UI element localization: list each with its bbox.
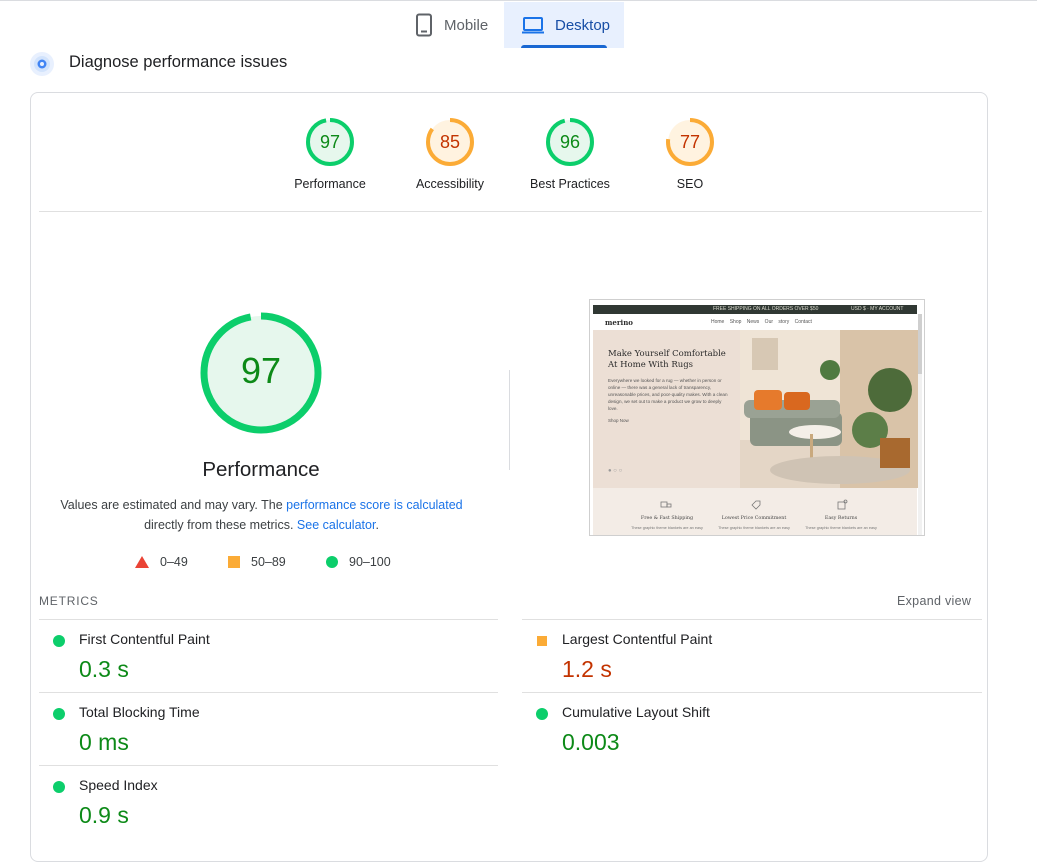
metric-largest-contentful-paint: Largest Contentful Paint 1.2 s <box>522 620 962 690</box>
metric-total-blocking-time: Total Blocking Time 0 ms <box>39 693 479 763</box>
gauge-accessibility[interactable]: 85 Accessibility <box>395 116 505 191</box>
metric-name: First Contentful Paint <box>79 631 210 647</box>
performance-gauge-large: 97 <box>200 312 322 434</box>
preview-feature-price: Lowest Price Commitment <box>721 516 787 521</box>
tab-mobile-label: Mobile <box>444 16 489 34</box>
vertical-divider <box>509 370 510 470</box>
gauge-seo-score: 77 <box>680 132 700 152</box>
legend-average-range: 50–89 <box>251 555 286 569</box>
legend-pass-range: 90–100 <box>349 555 391 569</box>
legend-average: 50–89 <box>228 555 286 569</box>
truck-icon <box>660 501 672 508</box>
tab-desktop[interactable]: Desktop <box>504 2 624 48</box>
metric-cumulative-layout-shift: Cumulative Layout Shift 0.003 <box>522 693 962 763</box>
section-title: Diagnose performance issues <box>69 53 288 71</box>
preview-hero-title: Make Yourself Comfortable At Home With R… <box>608 349 726 370</box>
preview-carousel-dots: ● ○ ○ <box>608 468 623 474</box>
preview-nav: merino Home Shop News Our story Contact <box>593 314 917 330</box>
gauge-best-practices-ring: 96 <box>546 118 594 166</box>
gauge-seo[interactable]: 77 SEO <box>635 116 745 191</box>
see-calculator-link[interactable]: See calculator <box>297 518 376 532</box>
diagnose-icon <box>30 52 54 76</box>
performance-title: Performance <box>202 458 320 481</box>
preview-feature-sub-2: These graphic theme blankets are an easy <box>718 526 790 530</box>
pass-circle-icon <box>536 708 548 720</box>
tab-mobile[interactable]: Mobile <box>404 2 502 48</box>
pass-circle-icon <box>53 708 65 720</box>
return-icon <box>837 499 848 510</box>
average-square-icon <box>537 636 547 646</box>
gauge-accessibility-ring: 85 <box>426 118 474 166</box>
preview-scrollbar <box>918 314 922 535</box>
gauge-best-practices-score: 96 <box>560 132 580 152</box>
metrics-title: METRICS <box>39 594 99 608</box>
description-text-3: . <box>375 518 379 532</box>
preview-feature-sub-1: These graphic theme blankets are an easy <box>631 526 703 530</box>
metric-name: Speed Index <box>79 777 158 793</box>
preview-menu: Home Shop News Our story Contact <box>711 319 812 325</box>
active-tab-indicator <box>521 45 607 48</box>
metric-name: Total Blocking Time <box>79 704 200 720</box>
metric-value: 1.2 s <box>562 656 612 682</box>
metric-value: 0.003 <box>562 729 620 755</box>
preview-announcement-bar: FREE SHIPPING ON ALL ORDERS OVER $50 USD… <box>593 305 917 314</box>
gauge-seo-label: SEO <box>676 177 704 191</box>
square-icon <box>228 556 240 568</box>
tag-icon <box>751 500 761 510</box>
pass-circle-icon <box>53 635 65 647</box>
laptop-icon <box>522 17 544 34</box>
gauge-accessibility-label: Accessibility <box>415 177 485 191</box>
tab-desktop-label: Desktop <box>555 16 611 34</box>
expand-view-toggle[interactable]: Expand view <box>897 594 971 608</box>
preview-feature-sub-3: These graphic theme blankets are an easy <box>805 526 877 530</box>
preview-hero-text: Everywhere we looked for a rug — whether… <box>608 378 728 411</box>
gauge-best-practices-label: Best Practices <box>530 177 610 191</box>
metric-name: Largest Contentful Paint <box>562 631 713 647</box>
triangle-icon <box>135 556 149 568</box>
legend-fail: 0–49 <box>135 555 188 569</box>
preview-hero-cta: Shop Now <box>608 418 629 423</box>
legend-pass: 90–100 <box>326 555 391 569</box>
top-divider <box>0 0 1037 1</box>
gauge-seo-ring: 77 <box>666 118 714 166</box>
score-calculated-link[interactable]: performance score is calculated <box>286 498 462 512</box>
scores-divider <box>39 211 982 212</box>
gauge-best-practices[interactable]: 96 Best Practices <box>515 116 625 191</box>
preview-account-text: USD $ · MY ACCOUNT <box>851 306 904 312</box>
circle-icon <box>326 556 338 568</box>
pass-circle-icon <box>53 781 65 793</box>
preview-feature-returns: Easy Returns <box>824 516 858 521</box>
gauge-performance-ring: 97 <box>306 118 354 166</box>
metric-speed-index: Speed Index 0.9 s <box>39 766 479 836</box>
score-description: Values are estimated and may vary. The p… <box>60 495 463 535</box>
gauge-performance-label: Performance <box>294 177 366 191</box>
preview-living-room-photo <box>740 330 918 488</box>
gauge-performance-score: 97 <box>320 132 340 152</box>
metric-first-contentful-paint: First Contentful Paint 0.3 s <box>39 620 479 690</box>
preview-feature-shipping: Free & Fast Shipping <box>640 516 694 521</box>
metric-value: 0.9 s <box>79 802 129 828</box>
gauge-performance[interactable]: 97 Performance <box>275 116 385 191</box>
metric-value: 0.3 s <box>79 656 129 682</box>
metric-name: Cumulative Layout Shift <box>562 704 710 720</box>
legend-fail-range: 0–49 <box>160 555 188 569</box>
preview-logo: merino <box>605 318 633 327</box>
description-text-1: Values are estimated and may vary. The <box>60 498 287 512</box>
metric-value: 0 ms <box>79 729 129 755</box>
gauge-accessibility-score: 85 <box>440 132 460 152</box>
performance-score-large: 97 <box>241 350 281 391</box>
description-text-2: directly from these metrics. <box>144 518 297 532</box>
smartphone-icon <box>416 13 432 37</box>
preview-announcement: FREE SHIPPING ON ALL ORDERS OVER $50 <box>713 306 819 312</box>
final-screenshot-thumbnail[interactable]: FREE SHIPPING ON ALL ORDERS OVER $50 USD… <box>589 299 925 536</box>
